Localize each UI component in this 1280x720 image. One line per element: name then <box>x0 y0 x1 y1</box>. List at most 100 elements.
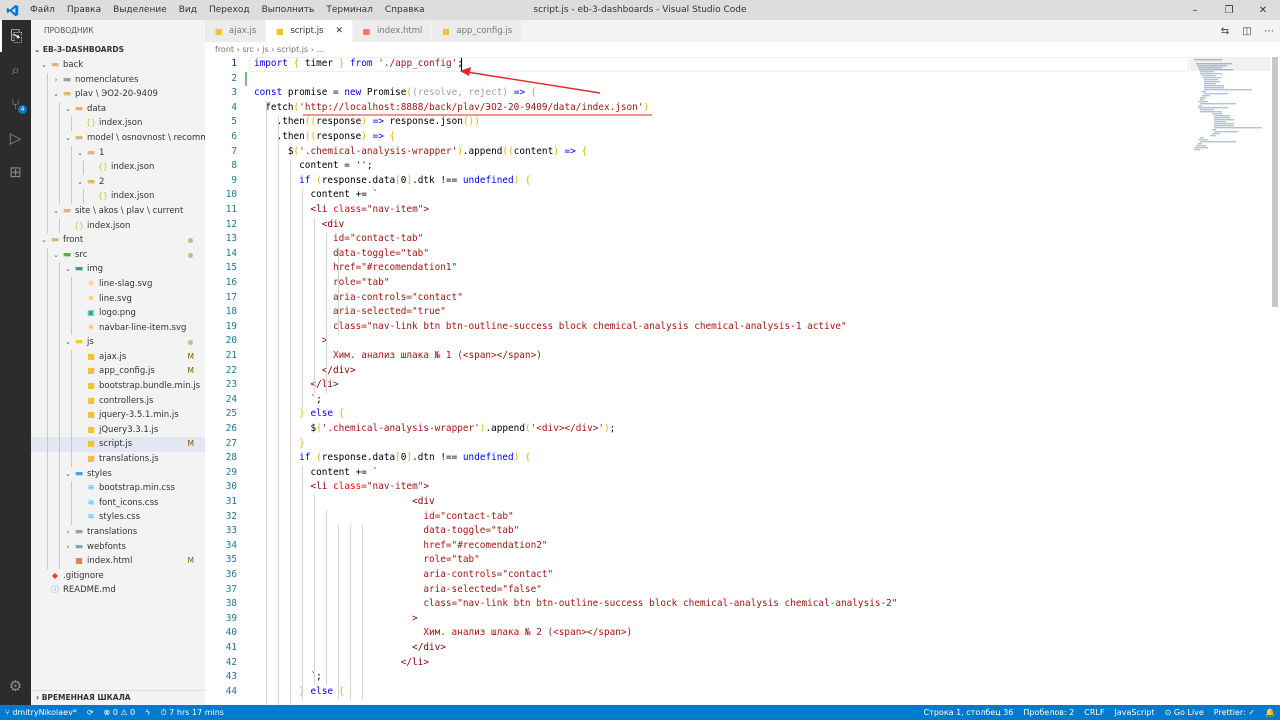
tree-item[interactable]: ⌄ ▬ front <box>31 233 205 248</box>
tree-item[interactable]: ■ app_config.js M <box>31 364 205 380</box>
time-tracker-status[interactable]: ⏱ 7 hrs 17 mins <box>156 708 229 718</box>
tree-item[interactable]: {} index.json <box>31 218 205 234</box>
html-file-icon: ▦ <box>75 556 83 566</box>
manage-gear-icon[interactable]: ⚙ <box>0 670 31 702</box>
tree-item[interactable]: ■ jQuery3.3.1.js <box>31 422 205 438</box>
tree-item[interactable]: ■ translations.js <box>31 452 205 467</box>
vertical-scrollbar[interactable] <box>1270 57 1280 705</box>
tab-close-icon[interactable]: ✕ <box>336 26 344 36</box>
tree-item[interactable]: ⌄ ▬ data <box>31 101 205 117</box>
tree-item[interactable]: ✳ navbar-line-item.svg <box>31 320 205 336</box>
tree-item[interactable]: ✳ line-slag.svg <box>31 276 205 292</box>
timeline-section-header[interactable]: › ВРЕМЕННАЯ ШКАЛА <box>31 690 205 705</box>
scrollbar-thumb[interactable] <box>1272 57 1278 307</box>
tree-item[interactable]: ⌄ ▬ 1 <box>31 145 205 161</box>
run-debug-icon[interactable]: ▷ <box>0 122 31 154</box>
language-mode-status[interactable]: JavaScript <box>1109 708 1159 717</box>
tree-item[interactable]: ◆ .gitignore <box>31 569 205 584</box>
code-token: > <box>412 612 418 624</box>
workspace-section-header[interactable]: ⌄ EB-3-DASHBOARDS <box>31 42 205 58</box>
code-token: aria-controls="contact" <box>254 291 463 303</box>
line-number: 22 <box>225 364 237 376</box>
explorer-icon[interactable]: ⎘ <box>0 20 31 52</box>
close-window-button[interactable]: ✕ <box>1246 0 1280 20</box>
code-token: aria-selected="false" <box>254 583 542 595</box>
status-right: Строка 1, столбец 36 Пробелов: 2 CRLF JavaS… <box>919 705 1280 720</box>
split-editor-icon[interactable]: ◫ <box>1236 26 1258 37</box>
tree-item[interactable]: {} index.json <box>31 116 205 131</box>
tree-item[interactable]: ■ jquery-3.5.1.min.js <box>31 408 205 423</box>
code-token: => <box>564 145 582 157</box>
tree-item[interactable]: ⌄ ▬ 2 <box>31 174 205 190</box>
minimap[interactable] <box>1190 57 1270 705</box>
line-code: aria-controls="contact" <box>254 291 463 306</box>
js-file-icon: ■ <box>87 351 95 361</box>
tab-ajax-js[interactable]: ■ ajax.js <box>205 20 267 42</box>
tree-item[interactable]: ▣ logo.png <box>31 306 205 321</box>
menu-item[interactable]: Файл <box>24 0 61 20</box>
more-actions-icon[interactable]: ⋯ <box>1258 26 1280 37</box>
problems-status[interactable]: ⊗ 0 ⚠ 0 <box>99 708 141 717</box>
eol-status[interactable]: CRLF <box>1079 708 1109 717</box>
line-code: aria-controls="contact" <box>254 568 553 583</box>
code-editor[interactable]: 1import { timer } from './app_config';23… <box>205 57 1190 705</box>
tree-item[interactable]: ⌄ ▬ js <box>31 335 205 350</box>
tab-app-config-js[interactable]: ■ app_config.js <box>432 20 523 42</box>
prettier-status[interactable]: Prettier: ✓ <box>1209 708 1260 717</box>
search-icon[interactable]: ⌕ <box>0 54 31 86</box>
line-code: $('.chemical-analysis-wrapper').append((… <box>254 145 587 160</box>
breadcrumb[interactable]: front › src › js › script.js › ... <box>205 42 1280 57</box>
go-live-status[interactable]: ⊙ Go Live <box>1160 708 1209 717</box>
tree-item[interactable]: ■ ajax.js M <box>31 349 205 365</box>
line-code: const promise = new Promise((resolve, re… <box>254 86 536 101</box>
tree-item[interactable]: ⌄ ▬ back <box>31 58 205 73</box>
tree-item[interactable]: ≋ bootstrap.min.css <box>31 481 205 496</box>
tree-item[interactable]: ⌄ ▬ styles <box>31 466 205 482</box>
code-token: Promise <box>366 87 407 99</box>
compare-changes-icon[interactable]: ⇆ <box>1214 26 1236 37</box>
menu-item[interactable]: Справка <box>379 0 431 20</box>
folder-src-icon: ▬ <box>62 249 72 260</box>
tree-item[interactable]: ⌄ ▬ src <box>31 247 205 263</box>
menu-item[interactable]: Выделение <box>107 0 173 20</box>
tab-index-html[interactable]: ▦ index.html <box>353 20 433 42</box>
tree-item[interactable]: ⌄ ▬ img <box>31 262 205 277</box>
tree-item[interactable]: ≋ styles.css <box>31 510 205 525</box>
explorer-icon-glyph: ⎘ <box>10 27 23 45</box>
menu-item[interactable]: Терминал <box>320 0 379 20</box>
tree-item[interactable]: ≋ font_icons.css <box>31 495 205 511</box>
tree-item[interactable]: › ▬ translations <box>31 525 205 540</box>
menu-item[interactable]: Вид <box>173 0 203 20</box>
tree-item[interactable]: {} index.json <box>31 189 205 204</box>
tree-item[interactable]: ⌄ ▬ plav \ ЭО2-20-9409 <box>31 87 205 102</box>
tree-item[interactable]: › ▬ webfonts <box>31 539 205 555</box>
tree-item[interactable]: ■ script.js M <box>31 437 205 453</box>
minimize-button[interactable]: – <box>1178 0 1212 20</box>
code-line: 28 if (response.data[0].dtn !== undefine… <box>205 451 1190 466</box>
indent-guide <box>278 115 279 705</box>
tree-item[interactable]: ⓘ README.md <box>31 583 205 598</box>
tree-item[interactable]: ⌄ ▬ site \ akos \ plav \ current <box>31 203 205 219</box>
tree-item[interactable]: ⌄▬model \ osnovnost \ recomme... <box>31 130 205 146</box>
git-branch-status[interactable]: ⑂ dmitryNikolaev* <box>0 708 82 717</box>
tab-script-js[interactable]: ■ script.js ✕ <box>266 20 354 42</box>
menu-item[interactable]: Переход <box>203 0 256 20</box>
tree-item[interactable]: ■ controllers.js <box>31 393 205 409</box>
extensions-icon[interactable]: ⊞ <box>0 156 31 188</box>
cursor-position-status[interactable]: Строка 1, столбец 36 <box>919 708 1019 717</box>
menu-item[interactable]: Правка <box>61 0 107 20</box>
menu-item[interactable]: Выполнить <box>256 0 321 20</box>
restore-button[interactable]: ❐ <box>1212 0 1246 20</box>
tree-item[interactable]: ▦ index.html M <box>31 554 205 569</box>
indentation-status[interactable]: Пробелов: 2 <box>1018 708 1079 717</box>
tree-item[interactable]: ✳ line.svg <box>31 291 205 307</box>
tree-item[interactable]: › ▬ nomenclatures <box>31 72 205 88</box>
tree-item[interactable]: {} index.json <box>31 160 205 175</box>
tree-item[interactable]: ■ bootstrap.bundle.min.js <box>31 379 205 394</box>
notifications-status[interactable]: 🔔 <box>1260 708 1280 717</box>
chevron-down-icon: ⌄ <box>65 469 71 478</box>
sync-status[interactable]: ⟳ <box>82 708 99 717</box>
lightning-status[interactable]: ϟ <box>140 708 155 717</box>
source-control-icon[interactable]: ⑂ 4 <box>0 88 31 120</box>
